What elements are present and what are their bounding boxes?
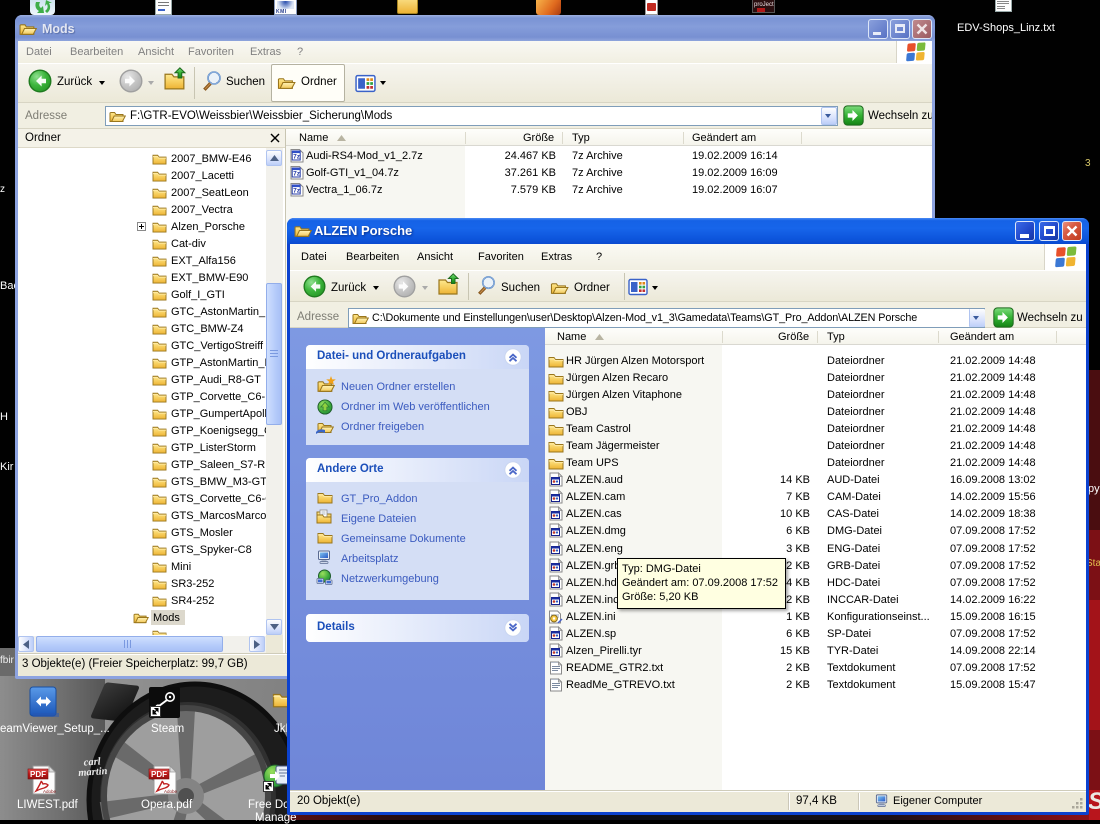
- svg-text:7z: 7z: [293, 188, 301, 195]
- svg-text:7z: 7z: [293, 154, 301, 161]
- svg-text:Adobe: Adobe: [164, 789, 178, 794]
- svg-text:Adobe: Adobe: [43, 789, 57, 794]
- svg-text:PDF: PDF: [151, 770, 167, 779]
- svg-text:7z: 7z: [293, 171, 301, 178]
- svg-text:PDF: PDF: [30, 770, 46, 779]
